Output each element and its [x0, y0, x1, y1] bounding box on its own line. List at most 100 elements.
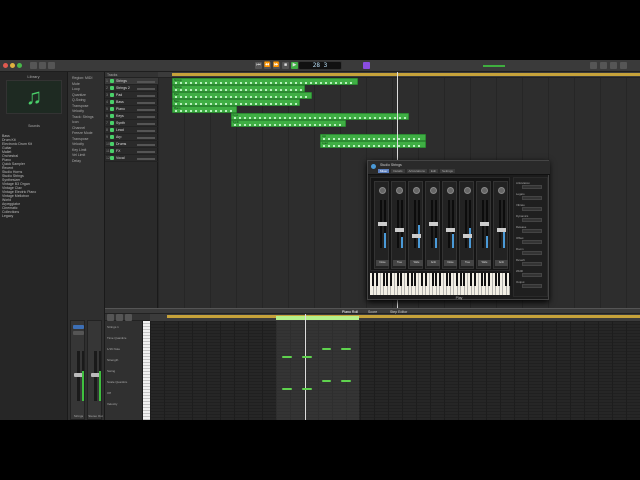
plugin-parameter-field[interactable] — [522, 251, 542, 255]
track-header[interactable]: 5 Piano — [105, 106, 158, 113]
mic-fader-cap[interactable] — [497, 228, 506, 232]
plugin-parameter-field[interactable] — [522, 273, 542, 277]
black-key[interactable] — [470, 273, 472, 286]
stop-button[interactable]: ■ — [282, 62, 289, 69]
piano-roll-setting[interactable]: Off — [107, 391, 111, 395]
midi-note[interactable] — [301, 355, 312, 358]
midi-region[interactable]: Bass — [171, 99, 300, 106]
piano-roll-cycle-area[interactable] — [167, 315, 640, 318]
mic-fader-cap[interactable] — [412, 234, 421, 238]
inspector-row[interactable]: Key Limit — [72, 148, 86, 152]
track-volume-slider[interactable] — [137, 144, 155, 146]
track-header[interactable]: 4 Bass — [105, 99, 158, 106]
mic-fader-cap[interactable] — [463, 234, 472, 238]
inspector-row[interactable]: Channel — [72, 126, 85, 130]
midi-note[interactable] — [341, 347, 351, 350]
track-name[interactable]: FX — [116, 149, 120, 153]
black-key[interactable] — [459, 273, 462, 286]
inspector-row[interactable]: Transpose — [72, 137, 88, 141]
black-key[interactable] — [435, 273, 437, 286]
fast-forward-button[interactable]: ⏩ — [273, 62, 280, 69]
mic-fader[interactable] — [499, 200, 501, 248]
midi-region[interactable]: Piano — [171, 106, 238, 113]
functions-menu[interactable] — [116, 314, 123, 321]
piano-roll-setting[interactable]: Strength — [107, 358, 118, 362]
track-header[interactable]: 1 Strings — [105, 78, 158, 85]
black-key[interactable] — [487, 273, 490, 286]
track-volume-slider[interactable] — [137, 102, 155, 104]
track-volume-slider[interactable] — [137, 158, 155, 160]
black-key[interactable] — [438, 273, 441, 286]
list-editors-button[interactable] — [590, 62, 597, 69]
inspector-row[interactable]: Delay — [72, 159, 81, 163]
library-item[interactable]: Legacy — [2, 214, 66, 218]
midi-region[interactable]: Lead — [320, 141, 427, 148]
black-key[interactable] — [484, 273, 486, 286]
track-header[interactable]: 12 Vocal — [105, 155, 158, 162]
piano-roll-setting[interactable]: Time Quantize — [107, 336, 126, 340]
black-key[interactable] — [505, 273, 507, 286]
piano-roll-region-header[interactable] — [276, 316, 359, 320]
loop-browser-button[interactable] — [610, 62, 617, 69]
piano-roll-keyboard[interactable] — [143, 321, 150, 420]
plugin-tab[interactable]: Mixer — [378, 169, 390, 173]
mic-fader[interactable] — [465, 200, 467, 248]
black-key[interactable] — [473, 273, 476, 286]
metronome-button[interactable] — [363, 62, 370, 69]
inspector-row[interactable]: Q-Swing — [72, 98, 85, 102]
inspector-row[interactable]: Track: Strings — [72, 115, 93, 119]
plugin-power-button[interactable] — [371, 164, 376, 169]
piano-roll-grid[interactable] — [150, 321, 640, 420]
black-key[interactable] — [449, 273, 451, 286]
mic-fader-cap[interactable] — [429, 222, 438, 226]
track-volume-slider[interactable] — [137, 151, 155, 153]
midi-region[interactable]: Strings — [171, 78, 358, 85]
inspector-row[interactable]: Quantize — [72, 93, 86, 97]
pan-knob[interactable] — [379, 187, 386, 194]
track-volume-slider[interactable] — [137, 81, 155, 83]
track-name[interactable]: Strings — [116, 79, 127, 83]
plugin-slot[interactable] — [73, 325, 84, 329]
mic-fader[interactable] — [397, 200, 399, 248]
inspector-row[interactable]: Transpose — [72, 104, 88, 108]
rewind-button[interactable]: ⏪ — [264, 62, 271, 69]
midi-region[interactable]: Pad — [171, 92, 312, 99]
view-menu[interactable] — [125, 314, 132, 321]
black-key[interactable] — [494, 273, 497, 286]
mic-fader[interactable] — [448, 200, 450, 248]
track-header[interactable]: 9 Arp — [105, 134, 158, 141]
notepad-button[interactable] — [600, 62, 607, 69]
black-key[interactable] — [498, 273, 500, 286]
midi-region[interactable]: Arp — [320, 134, 427, 141]
piano-roll-playhead[interactable] — [305, 314, 306, 420]
plugin-parameter-field[interactable] — [522, 207, 542, 211]
track-header[interactable]: 2 Strings 2 — [105, 85, 158, 92]
inspector-row[interactable]: Mute — [72, 82, 80, 86]
pan-knob[interactable] — [413, 187, 420, 194]
plugin-tab[interactable]: Articulations — [406, 169, 427, 173]
plugin-parameter-field[interactable] — [522, 185, 542, 189]
track-name[interactable]: Drums — [116, 142, 126, 146]
midi-note[interactable] — [301, 388, 312, 391]
pan-knob[interactable] — [430, 187, 437, 194]
plugin-parameter-field[interactable] — [522, 240, 542, 244]
black-key[interactable] — [421, 273, 423, 286]
plugin-tab[interactable]: Settings — [440, 169, 455, 173]
track-volume-slider[interactable] — [137, 130, 155, 132]
track-name[interactable]: Strings 2 — [116, 86, 130, 90]
send-slot[interactable] — [73, 331, 84, 335]
plugin-parameter-field[interactable] — [522, 229, 542, 233]
master-volume-slider[interactable] — [483, 65, 505, 67]
track-header[interactable]: 10 Drums — [105, 141, 158, 148]
track-name[interactable]: Piano — [116, 107, 125, 111]
minimize-window-button[interactable] — [10, 63, 15, 68]
black-key[interactable] — [445, 273, 448, 286]
close-window-button[interactable] — [3, 63, 8, 68]
plugin-parameter-field[interactable] — [522, 218, 542, 222]
pan-knob[interactable] — [464, 187, 471, 194]
lcd-display[interactable]: 28 3 — [298, 61, 342, 70]
track-volume-slider[interactable] — [137, 109, 155, 111]
cycle-area[interactable] — [172, 73, 640, 76]
track-header[interactable]: 11 FX — [105, 148, 158, 155]
inspector-row[interactable]: Freeze Mode — [72, 131, 93, 135]
